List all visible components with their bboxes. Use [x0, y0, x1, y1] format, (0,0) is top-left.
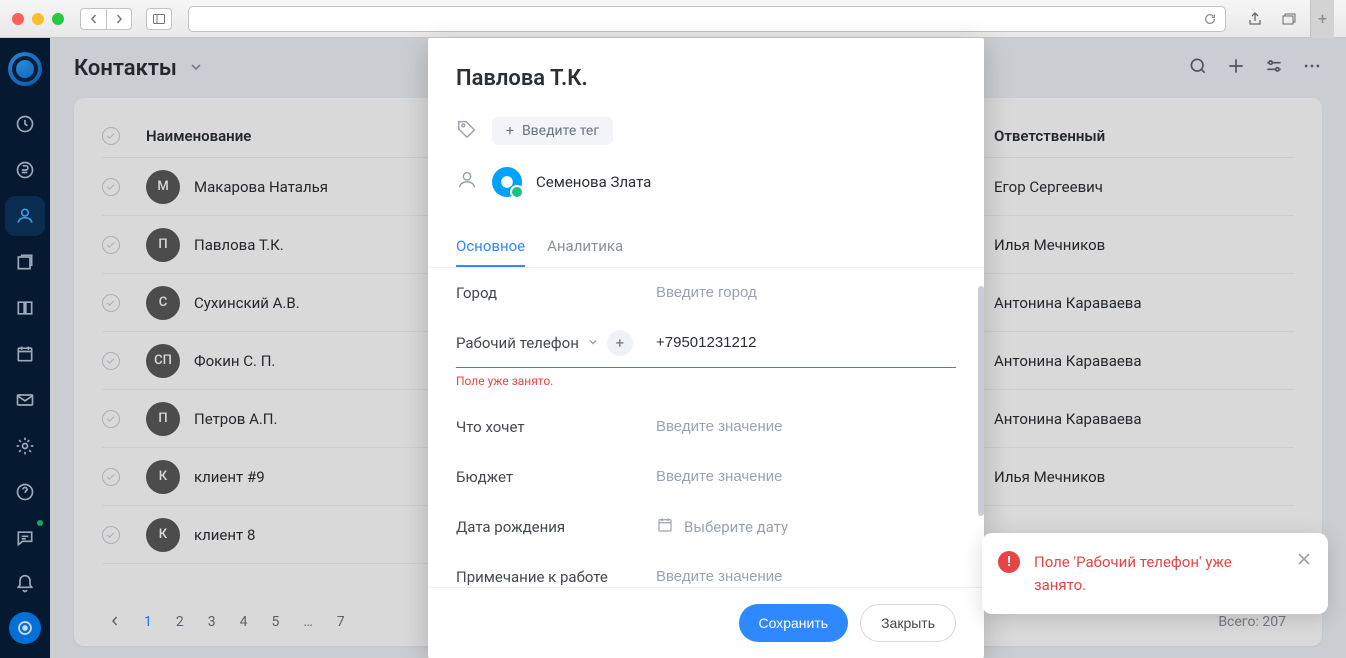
- work-phone-input[interactable]: [656, 334, 956, 351]
- calendar-icon: [656, 516, 674, 538]
- add-phone-button[interactable]: +: [607, 330, 633, 356]
- modal-title: Павлова Т.К.: [456, 66, 956, 91]
- tabs-button[interactable]: [1276, 8, 1302, 30]
- tag-icon: [456, 118, 478, 144]
- browser-chrome: +: [0, 0, 1346, 38]
- birthdate-input[interactable]: Выберите дату: [656, 516, 956, 538]
- wants-input[interactable]: [656, 418, 956, 435]
- field-label-work-phone: Рабочий телефон +: [456, 330, 656, 356]
- error-icon: !: [998, 551, 1020, 573]
- add-tag-button[interactable]: + Введите тег: [492, 117, 613, 145]
- chevron-down-icon[interactable]: [587, 334, 599, 352]
- birthdate-placeholder: Выберите дату: [684, 518, 788, 536]
- city-input[interactable]: [656, 284, 956, 301]
- window-zoom-icon[interactable]: [52, 13, 64, 25]
- refresh-icon[interactable]: [1203, 12, 1217, 26]
- tab-analytics[interactable]: Аналитика: [547, 227, 623, 267]
- work-phone-error: Поле уже занято.: [456, 374, 956, 388]
- field-label-birthdate: Дата рождения: [456, 518, 656, 536]
- nav-back-button[interactable]: [80, 8, 106, 30]
- field-label-work-phone-text: Рабочий телефон: [456, 334, 579, 352]
- owner-icon: [456, 169, 478, 195]
- new-tab-button[interactable]: +: [1310, 0, 1334, 38]
- save-button[interactable]: Сохранить: [739, 604, 849, 642]
- add-tag-label: Введите тег: [522, 123, 599, 139]
- contact-edit-modal: Павлова Т.К. + Введите тег Семенова Злат…: [428, 38, 984, 658]
- field-label-budget: Бюджет: [456, 468, 656, 486]
- modal-tabs: Основное Аналитика: [428, 227, 984, 268]
- close-button[interactable]: Закрыть: [860, 604, 956, 642]
- field-label-note: Примечание к работе: [456, 568, 656, 586]
- note-input[interactable]: [656, 568, 956, 585]
- share-button[interactable]: [1242, 8, 1268, 30]
- window-minimize-icon[interactable]: [32, 13, 44, 25]
- field-label-wants: Что хочет: [456, 418, 656, 436]
- sidebar-toggle-button[interactable]: [146, 8, 172, 30]
- window-close-icon[interactable]: [12, 13, 24, 25]
- modal-form: Город Рабочий телефон + Поле уже занято.…: [428, 268, 984, 587]
- modal-scrollbar[interactable]: [978, 286, 984, 516]
- owner-name[interactable]: Семенова Злата: [536, 173, 651, 191]
- toast-close-button[interactable]: [1296, 551, 1312, 571]
- plus-icon: +: [506, 123, 514, 139]
- nav-back-forward: [80, 8, 132, 30]
- toast-message: Поле 'Рабочий телефон' уже занято.: [1034, 551, 1282, 596]
- owner-avatar[interactable]: [492, 167, 522, 197]
- modal-footer: Сохранить Закрыть: [428, 587, 984, 658]
- budget-input[interactable]: [656, 468, 956, 485]
- tab-main[interactable]: Основное: [456, 227, 525, 267]
- traffic-lights: [12, 13, 64, 25]
- nav-forward-button[interactable]: [106, 8, 132, 30]
- url-bar[interactable]: [188, 6, 1226, 32]
- field-label-city: Город: [456, 284, 656, 302]
- error-toast: ! Поле 'Рабочий телефон' уже занято.: [982, 533, 1328, 614]
